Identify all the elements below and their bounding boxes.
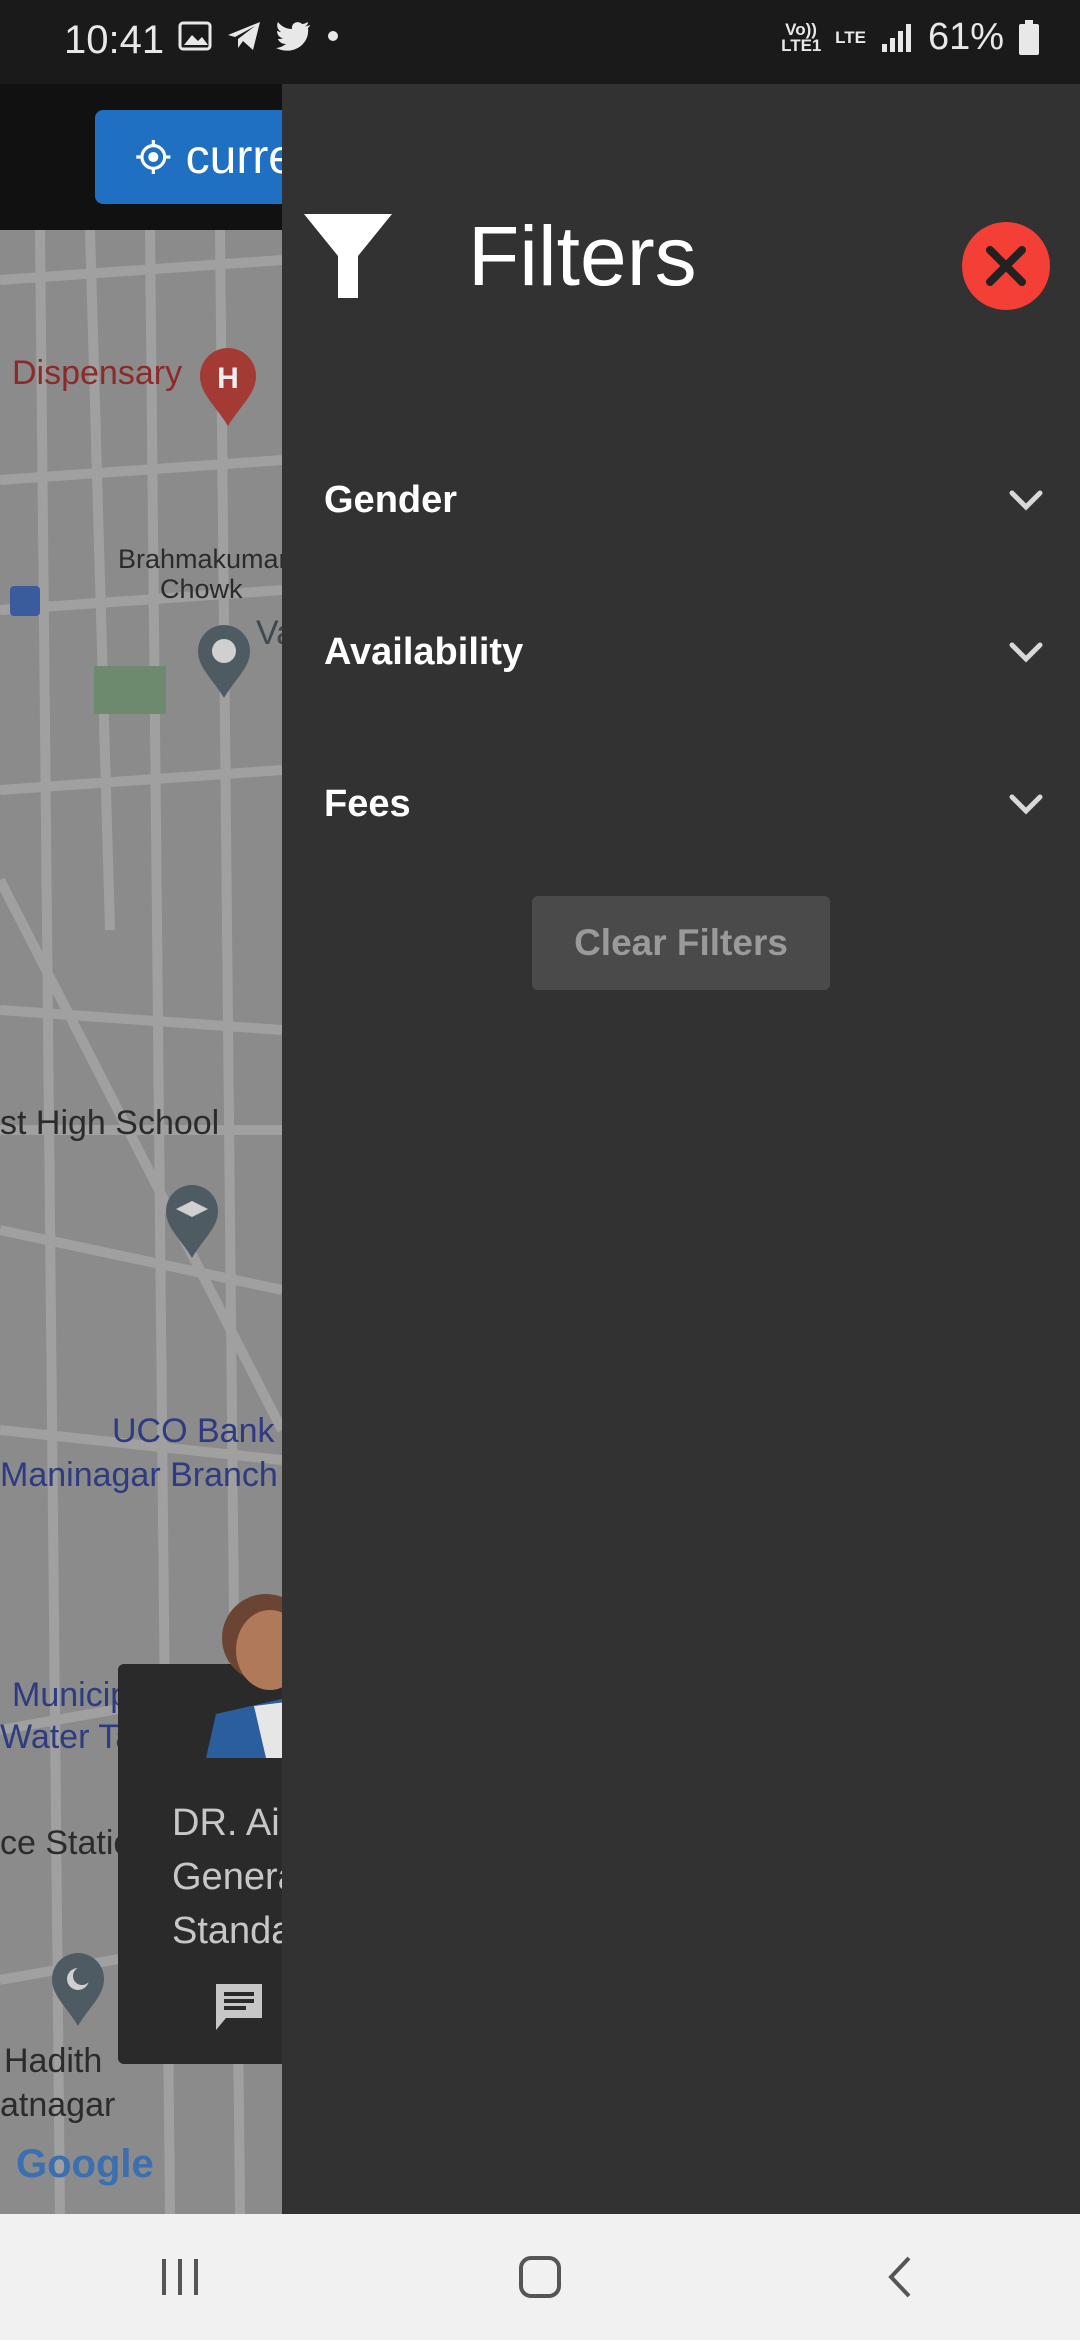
google-logo: Google (16, 2142, 154, 2186)
lte-label: LTE (835, 27, 866, 47)
map-label-nagar: atnagar (0, 2086, 116, 2124)
back-button[interactable] (810, 2227, 990, 2327)
filter-availability[interactable]: Availability (324, 602, 1044, 702)
filter-fees[interactable]: Fees (324, 754, 1044, 854)
filter-funnel-icon (304, 214, 392, 298)
doctor-avatar (206, 1594, 282, 1758)
drawer-title: Filters (468, 209, 697, 303)
map-label-hadith: Hadith (4, 2042, 103, 2080)
svg-text:H: H (217, 362, 239, 395)
map-label-bank-2: Maninagar Branch (0, 1456, 278, 1494)
current-location-button[interactable]: curre (95, 110, 282, 204)
gallery-icon (178, 21, 212, 51)
twitter-icon (276, 22, 310, 51)
battery-icon (1019, 19, 1039, 55)
filter-availability-label: Availability (324, 630, 524, 673)
chevron-down-icon (1009, 490, 1043, 511)
temple-pin-icon (198, 625, 250, 698)
chevron-down-icon (1009, 642, 1043, 663)
close-button[interactable] (962, 222, 1050, 310)
school-pin-icon (166, 1185, 218, 1258)
mosque-pin-icon (52, 1953, 104, 2026)
home-button[interactable] (450, 2227, 630, 2327)
map-label-dispensary: Dispensary (12, 354, 183, 392)
telegram-icon (228, 22, 260, 50)
doctor-standard: Standa (172, 1910, 282, 1952)
hospital-pin-icon: H (200, 348, 256, 426)
map-label-municipal-2: Water Ta (0, 1718, 135, 1756)
crosshair-icon (136, 139, 171, 175)
signal-icon (881, 23, 911, 52)
volte-label: Vo)) LTE1 (781, 19, 822, 55)
clear-filters-button[interactable]: Clear Filters (532, 896, 830, 990)
map-view[interactable]: curre H Dispensary Brahmakumari Chowk Va… (0, 84, 282, 2214)
map-label-municipal-1: Municip (12, 1676, 130, 1714)
map-label-chowk-1: Brahmakumari (118, 544, 282, 574)
filters-drawer: Filters Gender Availability Fees Clear F… (282, 84, 1080, 2214)
filter-fees-label: Fees (324, 782, 411, 825)
system-nav-bar (0, 2214, 1080, 2340)
home-icon (519, 2256, 561, 2298)
map-label-school: st High School (0, 1104, 220, 1142)
close-icon (986, 246, 1026, 286)
dot-icon (328, 31, 338, 41)
map-label-va: Va (256, 614, 282, 652)
map-label-chowk-2: Chowk (160, 574, 243, 604)
map-top-bar: curre (0, 84, 282, 230)
filter-gender[interactable]: Gender (324, 450, 1044, 550)
map-label-station: ce Statio (0, 1824, 133, 1862)
recent-apps-icon (162, 2259, 198, 2295)
doctor-specialty: Genera (172, 1856, 282, 1898)
chat-icon[interactable] (212, 1980, 266, 2034)
battery-percent: 61% (927, 16, 1004, 58)
map-label-bank-1: UCO Bank (112, 1412, 275, 1450)
filter-gender-label: Gender (324, 478, 458, 521)
back-icon (888, 2256, 911, 2298)
status-bar: 10:41 Vo)) LTE1 LTE 61% (0, 0, 1080, 84)
drawer-header: Filters (282, 84, 1080, 414)
recent-apps-button[interactable] (90, 2227, 270, 2327)
status-time: 10:41 (64, 18, 165, 62)
doctor-name: DR. Ai (172, 1802, 280, 1844)
chevron-down-icon (1009, 794, 1043, 815)
location-button-label: curre (185, 130, 282, 184)
